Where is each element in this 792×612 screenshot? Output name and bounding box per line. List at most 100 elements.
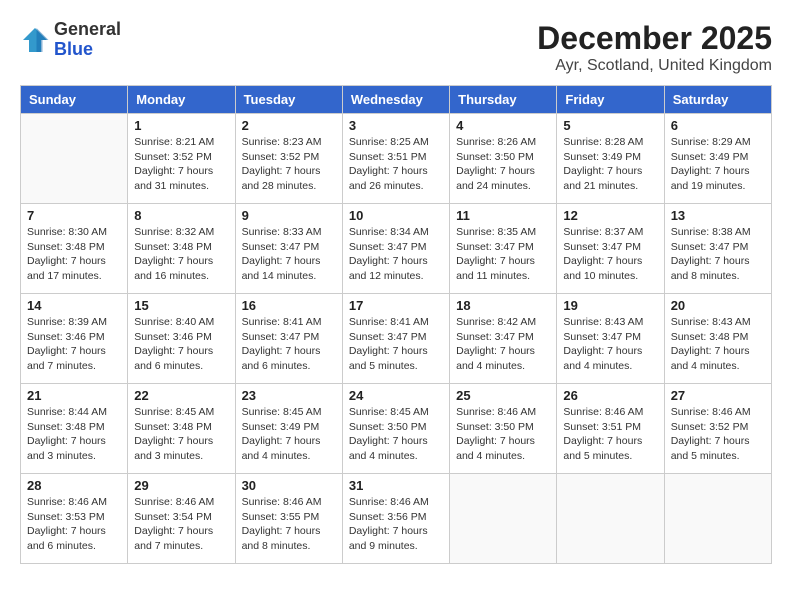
calendar-cell: 31 Sunrise: 8:46 AMSunset: 3:56 PMDayligh… [342, 474, 449, 564]
day-number: 17 [349, 298, 443, 313]
day-number: 10 [349, 208, 443, 223]
calendar-cell: 6 Sunrise: 8:29 AMSunset: 3:49 PMDaylight… [664, 114, 771, 204]
calendar-header-thursday: Thursday [450, 86, 557, 114]
calendar-cell: 5Sunrise: 8:28 AMSunset: 3:49 PMDaylight… [557, 114, 664, 204]
day-info: Sunrise: 8:39 AMSunset: 3:46 PMDaylight:… [27, 315, 121, 374]
day-number: 15 [134, 298, 228, 313]
calendar-header-friday: Friday [557, 86, 664, 114]
day-number: 6 [671, 118, 765, 133]
location-title: Ayr, Scotland, United Kingdom [537, 57, 772, 75]
day-number: 18 [456, 298, 550, 313]
month-title: December 2025 [537, 20, 772, 57]
calendar-week-row: 14Sunrise: 8:39 AMSunset: 3:46 PMDayligh… [21, 294, 772, 384]
calendar-cell: 28Sunrise: 8:46 AMSunset: 3:53 PMDayligh… [21, 474, 128, 564]
day-info: Sunrise: 8:32 AMSunset: 3:48 PMDaylight:… [134, 225, 228, 284]
day-number: 2 [242, 118, 336, 133]
day-number: 26 [563, 388, 657, 403]
calendar-cell: 21 Sunrise: 8:44 AMSunset: 3:48 PMDayligh… [21, 384, 128, 474]
day-number: 29 [134, 478, 228, 493]
day-info: Sunrise: 8:23 AMSunset: 3:52 PMDaylight:… [242, 135, 336, 194]
day-info: Sunrise: 8:46 AMSunset: 3:50 PMDaylight:… [456, 405, 550, 464]
day-info: Sunrise: 8:46 AMSunset: 3:51 PMDaylight:… [563, 405, 657, 464]
calendar-cell: 30Sunrise: 8:46 AMSunset: 3:55 PMDayligh… [235, 474, 342, 564]
day-info: Sunrise: 8:45 AMSunset: 3:49 PMDaylight:… [242, 405, 336, 464]
day-number: 31 [349, 478, 443, 493]
calendar-cell: 3 Sunrise: 8:25 AMSunset: 3:51 PMDaylight… [342, 114, 449, 204]
calendar-cell [557, 474, 664, 564]
calendar-cell: 13 Sunrise: 8:38 AMSunset: 3:47 PMDayligh… [664, 204, 771, 294]
day-number: 3 [349, 118, 443, 133]
calendar-cell: 27 Sunrise: 8:46 AMSunset: 3:52 PMDayligh… [664, 384, 771, 474]
calendar-week-row: 28Sunrise: 8:46 AMSunset: 3:53 PMDayligh… [21, 474, 772, 564]
logo: General Blue [20, 20, 121, 60]
day-number: 25 [456, 388, 550, 403]
title-block: December 2025 Ayr, Scotland, United King… [537, 20, 772, 75]
day-info: Sunrise: 8:30 AMSunset: 3:48 PMDaylight:… [27, 225, 121, 284]
calendar-cell: 2 Sunrise: 8:23 AMSunset: 3:52 PMDaylight… [235, 114, 342, 204]
day-number: 12 [563, 208, 657, 223]
calendar-header-saturday: Saturday [664, 86, 771, 114]
calendar-cell: 8 Sunrise: 8:32 AMSunset: 3:48 PMDaylight… [128, 204, 235, 294]
day-info: Sunrise: 8:41 AMSunset: 3:47 PMDaylight:… [242, 315, 336, 374]
day-info: Sunrise: 8:40 AMSunset: 3:46 PMDaylight:… [134, 315, 228, 374]
day-number: 19 [563, 298, 657, 313]
day-info: Sunrise: 8:46 AMSunset: 3:52 PMDaylight:… [671, 405, 765, 464]
day-info: Sunrise: 8:38 AMSunset: 3:47 PMDaylight:… [671, 225, 765, 284]
day-info: Sunrise: 8:34 AMSunset: 3:47 PMDaylight:… [349, 225, 443, 284]
day-info: Sunrise: 8:21 AMSunset: 3:52 PMDaylight:… [134, 135, 228, 194]
calendar-cell: 23Sunrise: 8:45 AMSunset: 3:49 PMDayligh… [235, 384, 342, 474]
day-info: Sunrise: 8:46 AMSunset: 3:55 PMDaylight:… [242, 495, 336, 554]
calendar-cell: 10 Sunrise: 8:34 AMSunset: 3:47 PMDayligh… [342, 204, 449, 294]
calendar-cell: 9Sunrise: 8:33 AMSunset: 3:47 PMDaylight… [235, 204, 342, 294]
calendar-cell [450, 474, 557, 564]
calendar-week-row: 1 Sunrise: 8:21 AMSunset: 3:52 PMDaylight… [21, 114, 772, 204]
day-info: Sunrise: 8:44 AMSunset: 3:48 PMDaylight:… [27, 405, 121, 464]
day-number: 27 [671, 388, 765, 403]
day-number: 8 [134, 208, 228, 223]
calendar-cell: 17Sunrise: 8:41 AMSunset: 3:47 PMDayligh… [342, 294, 449, 384]
calendar-cell: 20 Sunrise: 8:43 AMSunset: 3:48 PMDayligh… [664, 294, 771, 384]
day-info: Sunrise: 8:46 AMSunset: 3:54 PMDaylight:… [134, 495, 228, 554]
calendar-cell: 22Sunrise: 8:45 AMSunset: 3:48 PMDayligh… [128, 384, 235, 474]
calendar-cell: 14Sunrise: 8:39 AMSunset: 3:46 PMDayligh… [21, 294, 128, 384]
calendar-cell: 25 Sunrise: 8:46 AMSunset: 3:50 PMDayligh… [450, 384, 557, 474]
calendar-cell: 26 Sunrise: 8:46 AMSunset: 3:51 PMDayligh… [557, 384, 664, 474]
day-number: 1 [134, 118, 228, 133]
day-info: Sunrise: 8:46 AMSunset: 3:56 PMDaylight:… [349, 495, 443, 554]
day-number: 13 [671, 208, 765, 223]
day-number: 7 [27, 208, 121, 223]
calendar-cell: 16 Sunrise: 8:41 AMSunset: 3:47 PMDayligh… [235, 294, 342, 384]
calendar-cell: 11 Sunrise: 8:35 AMSunset: 3:47 PMDayligh… [450, 204, 557, 294]
day-info: Sunrise: 8:45 AMSunset: 3:50 PMDaylight:… [349, 405, 443, 464]
calendar-cell: 29 Sunrise: 8:46 AMSunset: 3:54 PMDayligh… [128, 474, 235, 564]
day-number: 20 [671, 298, 765, 313]
calendar-table: SundayMondayTuesdayWednesdayThursdayFrid… [20, 85, 772, 564]
day-number: 21 [27, 388, 121, 403]
calendar-cell: 12 Sunrise: 8:37 AMSunset: 3:47 PMDayligh… [557, 204, 664, 294]
calendar-week-row: 21 Sunrise: 8:44 AMSunset: 3:48 PMDayligh… [21, 384, 772, 474]
calendar-cell [664, 474, 771, 564]
calendar-cell: 4 Sunrise: 8:26 AMSunset: 3:50 PMDaylight… [450, 114, 557, 204]
day-info: Sunrise: 8:25 AMSunset: 3:51 PMDaylight:… [349, 135, 443, 194]
calendar-cell: 19Sunrise: 8:43 AMSunset: 3:47 PMDayligh… [557, 294, 664, 384]
calendar-cell: 1 Sunrise: 8:21 AMSunset: 3:52 PMDaylight… [128, 114, 235, 204]
calendar-header-tuesday: Tuesday [235, 86, 342, 114]
day-info: Sunrise: 8:26 AMSunset: 3:50 PMDaylight:… [456, 135, 550, 194]
day-info: Sunrise: 8:28 AMSunset: 3:49 PMDaylight:… [563, 135, 657, 194]
day-info: Sunrise: 8:43 AMSunset: 3:48 PMDaylight:… [671, 315, 765, 374]
calendar-header-monday: Monday [128, 86, 235, 114]
day-info: Sunrise: 8:46 AMSunset: 3:53 PMDaylight:… [27, 495, 121, 554]
calendar-header-row: SundayMondayTuesdayWednesdayThursdayFrid… [21, 86, 772, 114]
calendar-header-wednesday: Wednesday [342, 86, 449, 114]
calendar-cell: 24 Sunrise: 8:45 AMSunset: 3:50 PMDayligh… [342, 384, 449, 474]
day-info: Sunrise: 8:29 AMSunset: 3:49 PMDaylight:… [671, 135, 765, 194]
day-info: Sunrise: 8:37 AMSunset: 3:47 PMDaylight:… [563, 225, 657, 284]
day-number: 11 [456, 208, 550, 223]
day-number: 16 [242, 298, 336, 313]
day-info: Sunrise: 8:42 AMSunset: 3:47 PMDaylight:… [456, 315, 550, 374]
day-info: Sunrise: 8:35 AMSunset: 3:47 PMDaylight:… [456, 225, 550, 284]
calendar-week-row: 7 Sunrise: 8:30 AMSunset: 3:48 PMDaylight… [21, 204, 772, 294]
day-number: 4 [456, 118, 550, 133]
day-number: 9 [242, 208, 336, 223]
day-number: 24 [349, 388, 443, 403]
